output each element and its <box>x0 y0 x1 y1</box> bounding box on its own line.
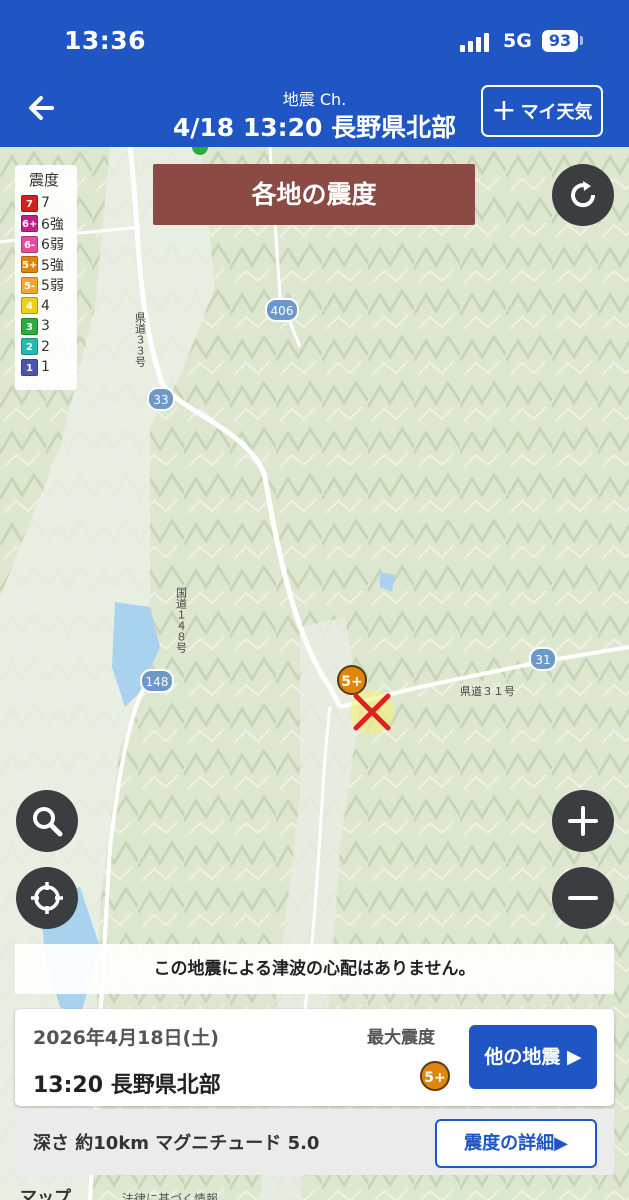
battery-tip <box>580 36 583 45</box>
intensity-swatch: 4 <box>21 297 38 315</box>
road-shield-406: 406 <box>265 298 299 322</box>
legend-label: 1 <box>41 359 50 376</box>
other-earthquakes-button[interactable]: 他の地震 ▶ <box>469 1025 597 1089</box>
tsunami-notice: この地震による津波の心配はありません。 <box>15 944 614 994</box>
current-location-button[interactable] <box>16 867 78 929</box>
legend-label: 5強 <box>41 257 64 274</box>
road-name-prefectural-31: 県道３１号 <box>460 684 515 698</box>
intensity-swatch: 3 <box>21 317 38 335</box>
svg-text:31: 31 <box>535 653 550 667</box>
epicenter-marker <box>350 690 394 734</box>
legend-label: 4 <box>41 297 50 314</box>
legend-row: 77 <box>19 193 77 214</box>
zoom-in-button[interactable] <box>552 790 614 852</box>
intensity-swatch: 5- <box>21 276 38 294</box>
legend-row: 5- 5弱 <box>19 275 77 296</box>
search-icon <box>33 807 63 837</box>
road-shield-33: 33 <box>147 387 175 411</box>
max-intensity-badge: 5+ <box>420 1061 450 1091</box>
map-mode-banner: 各地の震度 <box>153 164 475 225</box>
svg-text:33: 33 <box>153 393 168 407</box>
app-header: 13:36 5G 93 地震 Ch. 4/18 13:20 長野県北部 + マイ… <box>0 0 629 147</box>
intensity-swatch: 7 <box>21 194 38 212</box>
road-shield-31: 31 <box>529 647 557 671</box>
legend-row: 44 <box>19 296 77 317</box>
refresh-icon <box>571 181 596 208</box>
legend-label: 3 <box>41 318 50 335</box>
legend-row: 6- 6弱 <box>19 234 77 255</box>
legal-info[interactable]: 法律に基づく情報 <box>122 1190 218 1200</box>
legend-label: 2 <box>41 338 50 355</box>
plus-icon <box>568 806 598 836</box>
quake-date: 2026年4月18日(土) <box>33 1027 219 1049</box>
depth-magnitude: 深さ 約10km マグニチュード 5.0 <box>33 1133 320 1154</box>
legend-row: 5+ 5強 <box>19 255 77 276</box>
legend-label: 6強 <box>41 216 64 233</box>
intensity-detail-button[interactable]: 震度の詳細▶ <box>435 1119 597 1168</box>
intensity-legend: 震度 7 7 6+ 6強 6- 6弱 5+ 5強 5- 5弱 4 4 3 3 2 2 1 1 <box>15 165 77 390</box>
quake-time-place: 13:20 長野県北部 <box>33 1073 221 1098</box>
minus-icon <box>568 896 598 900</box>
road-shield-148: 148 <box>140 669 174 693</box>
crosshair-icon <box>31 882 63 914</box>
intensity-swatch: 6- <box>21 235 38 253</box>
my-weather-label: マイ天気 <box>520 102 593 123</box>
maps-label: マップ <box>20 1188 71 1200</box>
status-time: 13:36 <box>64 26 147 55</box>
maps-attribution: マップ <box>20 1183 71 1200</box>
zoom-out-button[interactable] <box>552 867 614 929</box>
legend-title: 震度 <box>29 171 60 189</box>
refresh-button[interactable] <box>552 164 614 226</box>
svg-text:5+: 5+ <box>341 674 362 690</box>
intensity-swatch: 6+ <box>21 215 38 233</box>
legend-label: 6弱 <box>41 237 64 254</box>
road-name-national-148: 国道１４８号 <box>175 587 188 654</box>
svg-text:406: 406 <box>271 304 294 318</box>
legend-row: 33 <box>19 316 77 337</box>
svg-text:5+: 5+ <box>424 1070 445 1086</box>
add-my-weather-button[interactable]: + マイ天気 <box>481 85 603 137</box>
legend-row: 22 <box>19 337 77 358</box>
earthquake-info-card: 2026年4月18日(土) 13:20 長野県北部 最大震度 5+ 他の地震 ▶ <box>15 1009 614 1106</box>
legend-label: 5弱 <box>41 278 64 295</box>
road-name-prefectural-33: 県道３３号 <box>134 312 147 368</box>
max-intensity-label: 最大震度 <box>367 1028 435 1048</box>
legend-label: 7 <box>41 195 50 212</box>
plus-icon: + <box>491 93 517 128</box>
intensity-swatch: 5+ <box>21 256 38 274</box>
quake-detail-bar: 深さ 約10km マグニチュード 5.0 震度の詳細▶ <box>15 1109 614 1175</box>
intensity-swatch: 1 <box>21 358 38 376</box>
svg-text:148: 148 <box>146 675 169 689</box>
legend-row: 11 <box>19 357 77 378</box>
legend-row: 6+ 6強 <box>19 214 77 235</box>
intensity-marker[interactable]: 5+ <box>337 665 367 695</box>
intensity-swatch: 2 <box>21 338 38 356</box>
network-type: 5G <box>503 30 532 52</box>
cell-signal-icon <box>460 32 492 52</box>
battery-icon: 93 <box>542 30 578 52</box>
search-button[interactable] <box>16 790 78 852</box>
